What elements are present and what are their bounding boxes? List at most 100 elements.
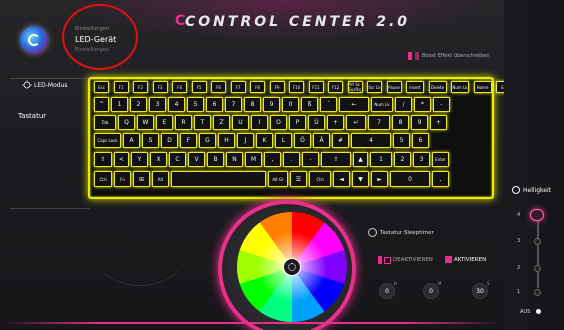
keyboard-key[interactable]: F11 [308,81,324,93]
keyboard-key[interactable]: 3 [149,97,166,112]
keyboard-key[interactable]: R [175,115,192,130]
keyboard-key[interactable]: 5 [187,97,204,112]
keyboard-key[interactable]: G [199,133,216,148]
keyboard-key[interactable]: ☰ [290,171,307,187]
keyboard-key[interactable]: # [332,133,349,148]
keyboard-key[interactable]: - [302,152,319,167]
keyboard-key[interactable]: ß [301,97,318,112]
keyboard-key[interactable]: O [270,115,287,130]
keyboard-key[interactable]: F10 [289,81,304,93]
keyboard-key[interactable]: - [433,97,450,112]
activate-option[interactable]: AKTIVIEREN [445,256,486,263]
keyboard-key[interactable]: 1 [111,97,128,112]
keyboard-key[interactable]: ^ [94,97,109,112]
keyboard-key[interactable]: 0 [390,171,430,187]
keyboard-key[interactable]: Tab [94,115,116,130]
keyboard-key[interactable]: + [430,115,447,130]
keyboard-key[interactable]: I [251,115,268,130]
keyboard-key[interactable]: Y [131,152,148,167]
keyboard-key[interactable]: . [283,152,300,167]
keyboard-key[interactable]: Home [473,81,492,93]
keyboard-key[interactable]: T [194,115,211,130]
keyboard-key[interactable]: F4 [172,81,187,93]
brightness-off-dot[interactable] [536,309,541,314]
keyboard-key[interactable]: ► [371,171,388,187]
keyboard-key[interactable]: Alt Gr [268,171,288,187]
hours-input[interactable]: 0 [379,283,395,299]
keyboard-key[interactable]: Ctrl [309,171,331,187]
brightness-off-label[interactable]: AUS [520,309,530,315]
keyboard-key[interactable]: Scr Lk [367,81,382,93]
keyboard-key[interactable]: L [275,133,292,148]
seconds-input[interactable]: 30 [472,283,488,299]
keyboard-key[interactable]: F12 [328,81,343,93]
keyboard-key[interactable]: W [137,115,154,130]
keyboard-key[interactable]: 6 [412,133,429,148]
keyboard-key[interactable]: 4 [351,133,391,148]
keyboard-key[interactable]: Delete [428,81,447,93]
keyboard-key[interactable]: 0 [282,97,299,112]
keyboard-key[interactable]: Num Lk [451,81,469,93]
keyboard-key[interactable]: F1 [113,81,129,93]
keyboard-key[interactable]: E [156,115,173,130]
keyboard-key[interactable]: J [237,133,254,148]
keyboard-key[interactable]: A [123,133,140,148]
brightness-level-2[interactable]: 2 [517,265,520,271]
keyboard-key[interactable]: D [161,133,178,148]
keyboard-key[interactable]: ⊞ [133,171,150,187]
keyboard-key[interactable]: Fn [114,171,131,187]
keyboard-key[interactable]: F5 [191,81,207,93]
brightness-level-3[interactable]: 3 [517,238,520,244]
slider-stop[interactable] [534,265,541,272]
keyboard-key[interactable]: Z [213,115,230,130]
boost-effect-checkbox[interactable]: Boost Effekt überschreiben [408,52,490,60]
keyboard-key[interactable]: F [180,133,197,148]
keyboard-key[interactable]: Num Lk [371,97,393,112]
keyboard-key[interactable]: Esc [94,81,109,93]
keyboard-key[interactable]: Caps Lock [94,133,121,148]
keyboard-key[interactable]: S [142,133,159,148]
keyboard-key[interactable]: 8 [244,97,261,112]
keyboard-key[interactable]: 2 [130,97,147,112]
keyboard-key[interactable]: M [245,152,262,167]
keyboard-key[interactable]: , [432,171,449,187]
keyboard-key[interactable]: B [207,152,224,167]
keyboard-key[interactable]: Ctrl [94,171,112,187]
keyboard-key[interactable]: 2 [394,152,411,167]
keyboard-key[interactable]: < [114,152,129,167]
keyboard-key[interactable]: 7 [368,115,390,130]
keyboard-key[interactable]: F7 [230,81,246,93]
keyboard-key[interactable]: ▼ [352,171,369,187]
keyboard-key[interactable]: Ü [308,115,325,130]
keyboard-key[interactable]: 9 [411,115,428,130]
keyboard-key[interactable]: Alt [152,171,169,187]
keyboard-key[interactable]: F9 [269,81,285,93]
deactivate-option[interactable]: DEAKTIVIEREN [378,256,433,264]
keyboard-key[interactable]: ← [339,97,369,112]
keyboard-key[interactable]: 4 [168,97,185,112]
keyboard-key[interactable]: X [150,152,167,167]
brightness-slider-thumb[interactable] [530,209,544,221]
keyboard-key[interactable]: H [218,133,235,148]
brightness-slider-track[interactable] [537,212,539,288]
keyboard-key[interactable]: F8 [250,81,265,93]
keyboard-key[interactable]: Enter [432,152,449,167]
keyboard-key[interactable]: C [169,152,186,167]
keyboard-key[interactable]: 3 [413,152,430,167]
keyboard-key[interactable]: Insert [406,81,424,93]
keyboard-key[interactable]: F6 [211,81,226,93]
keyboard-key[interactable]: * [414,97,431,112]
slider-stop[interactable] [534,238,541,245]
keyboard-key[interactable]: N [226,152,243,167]
keyboard-key[interactable] [171,171,266,187]
slider-stop[interactable] [534,289,541,296]
sidebar-item-tastatur[interactable]: Tastatur [18,112,46,120]
minutes-input[interactable]: 0 [423,283,439,299]
keyboard-key[interactable]: U [232,115,249,130]
keyboard-key[interactable]: F3 [152,81,168,93]
keyboard-key[interactable]: ´ [320,97,337,112]
keyboard-key[interactable]: + [327,115,344,130]
keyboard-key[interactable]: Q [118,115,135,130]
keyboard-key[interactable]: F2 [133,81,148,93]
color-picker-handle[interactable] [283,258,301,276]
